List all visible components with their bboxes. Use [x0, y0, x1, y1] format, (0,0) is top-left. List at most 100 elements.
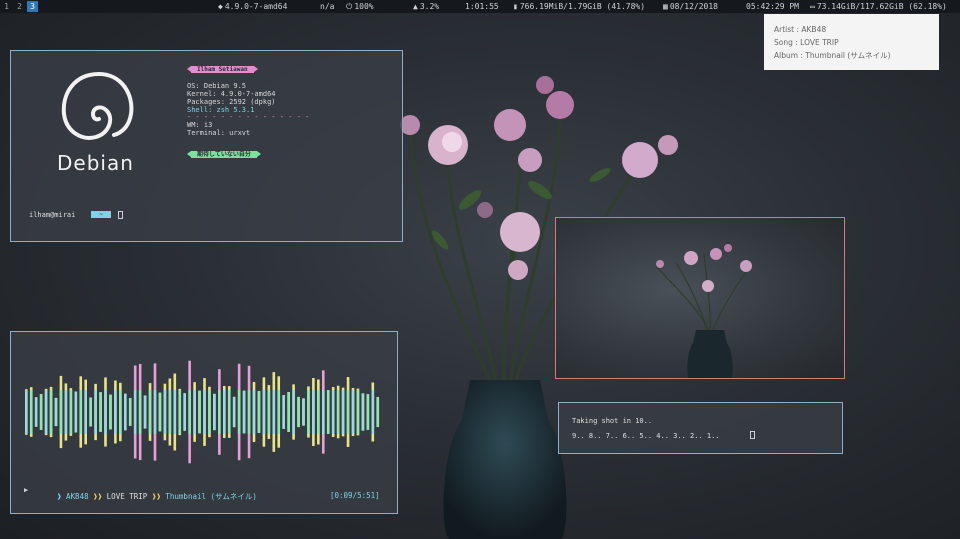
visualizer-bar-core	[74, 391, 78, 433]
separator-1: ❱	[57, 492, 62, 501]
audio-visualizer	[25, 360, 380, 464]
cpu-icon: ▲	[413, 2, 418, 11]
visualizer-bar-core	[104, 390, 107, 434]
kernel-indicator: ◆ 4.9.0-7-amd64	[218, 0, 287, 13]
visualizer-bar-core	[272, 390, 276, 434]
visualizer-bar-core	[59, 390, 63, 434]
visualizer-bar-core	[168, 390, 172, 434]
visualizer-bar-core	[54, 397, 58, 427]
visualizer-bar-core	[124, 393, 127, 431]
player-position: [0:09/5:51]	[330, 491, 380, 500]
separator-2: ❱❱	[93, 492, 103, 501]
visualizer-bar-core	[331, 390, 335, 434]
memory-text: 766.19MiB/1.79GiB (41.78%)	[519, 2, 646, 11]
visualizer-bar-core	[267, 390, 271, 434]
visualizer-bar-core	[232, 396, 236, 428]
penguin-icon: ◆	[218, 2, 223, 11]
visualizer-bar-core	[198, 390, 201, 434]
screenshot-preview[interactable]	[555, 217, 845, 379]
visualizer-bar-core	[193, 390, 196, 434]
visualizer-bar-core	[34, 397, 38, 427]
cpu-indicator: ▲ 3.2%	[413, 0, 439, 13]
now-playing-notification[interactable]: Artist : AKB48 Song : LOVE TRIP Album : …	[764, 14, 939, 70]
terminal-cursor	[118, 211, 123, 219]
visualizer-bar-core	[143, 395, 147, 429]
countdown-line-2: 9.. 8.. 7.. 6.. 5.. 4.. 3.. 2.. 1..	[572, 432, 720, 440]
workspace-2[interactable]: 2	[14, 1, 25, 12]
visualizer-bar-core	[178, 390, 182, 434]
visualizer-bar-core	[64, 390, 68, 434]
visualizer-bar-core	[317, 390, 320, 434]
visualizer-bar-core	[213, 393, 216, 431]
visualizer-bar-core	[307, 390, 310, 434]
visualizer-bar-core	[312, 390, 315, 434]
prompt-arrow: ~	[91, 211, 111, 218]
visualizer-bar-core	[356, 390, 360, 434]
packages-line: Packages: 2592 (dpkg)	[187, 98, 276, 106]
visualizer-bar-core	[223, 390, 226, 434]
visualizer-bar-core	[188, 390, 191, 434]
visualizer-bar-core	[242, 390, 246, 434]
terminal-line: Terminal: urxvt	[187, 129, 251, 137]
visualizer-bar-core	[99, 392, 102, 432]
visualizer-bar-core	[218, 390, 221, 434]
music-visualizer-terminal[interactable]	[10, 331, 398, 514]
os-line: OS: Debian 9.5	[187, 82, 247, 90]
visualizer-bar-core	[376, 396, 380, 428]
visualizer-bar-core	[39, 394, 43, 430]
visualizer-bar-core	[287, 392, 290, 432]
battery-icon: ⏻	[346, 2, 353, 11]
workspace-3[interactable]: 3	[27, 1, 38, 12]
disk-indicator: ▭ 73.14GiB/117.62GiB (62.18%)	[810, 0, 947, 13]
japanese-tag: 期待していない自分	[187, 151, 261, 158]
play-icon[interactable]: ▶	[24, 486, 28, 494]
notification-song: Song : LOVE TRIP	[774, 38, 839, 47]
visualizer-bar-core	[322, 390, 325, 434]
prompt-user: ilham@mirai	[29, 211, 76, 219]
visualizer-bar-core	[44, 390, 48, 434]
cpu-text: 3.2%	[419, 2, 440, 11]
countdown-line-1: Taking shot in 10..	[572, 417, 653, 425]
visualizer-bar-core	[292, 390, 295, 434]
visualizer-bar-core	[29, 390, 33, 434]
date-text: 08/12/2018	[669, 2, 718, 11]
player-album: Thumbnail (サムネイル)	[165, 492, 257, 501]
visualizer-bar-core	[366, 394, 370, 430]
workspace-1[interactable]: 1	[1, 1, 12, 12]
visualizer-bar-core	[114, 390, 117, 434]
visualizer-bar-core	[203, 390, 206, 434]
visualizer-bar-core	[133, 390, 137, 434]
neofetch-terminal[interactable]: Debian Ilham Setiawan OS: Debian 9.5 Ker…	[10, 50, 403, 242]
visualizer-bar-core	[326, 390, 330, 434]
visualizer-bar-core	[371, 390, 375, 434]
visualizer-bar-core	[138, 390, 142, 434]
visualizer-bar-core	[336, 390, 340, 434]
disk-icon: ▭	[810, 2, 815, 11]
countdown-terminal[interactable]: Taking shot in 10.. 9.. 8.. 7.. 6.. 5.. …	[558, 402, 843, 454]
separator-line: - - - - - - - - - - - - - - -	[187, 113, 310, 121]
uptime-text: 1:01:55	[465, 2, 499, 11]
visualizer-bar-core	[346, 390, 350, 434]
visualizer-bar-core	[163, 390, 167, 434]
visualizer-bar-core	[79, 390, 83, 434]
calendar-icon: ▦	[663, 2, 668, 11]
visualizer-bar-core	[173, 390, 177, 434]
visualizer-bar-core	[153, 390, 157, 434]
visualizer-bar-core	[158, 392, 162, 432]
visualizer-bar-core	[341, 390, 345, 434]
time-text: 05:42:29 PM	[746, 2, 799, 11]
visualizer-bar-core	[109, 394, 112, 430]
notification-album: Album : Thumbnail (サムネイル)	[774, 51, 891, 60]
kernel-line: Kernel: 4.9.0-7-amd64	[187, 90, 276, 98]
battery-text: 100%	[354, 2, 374, 11]
visualizer-bar-core	[148, 390, 152, 434]
date-indicator: ▦ 08/12/2018	[663, 0, 718, 13]
visualizer-bar-core	[237, 390, 241, 434]
visualizer-bar-core	[128, 398, 132, 426]
visualizer-bar-core	[247, 390, 251, 434]
visualizer-bar-core	[25, 390, 28, 434]
wm-line: WM: i3	[187, 121, 213, 129]
user-tag: Ilham Setiawan	[187, 66, 258, 73]
visualizer-bar-core	[297, 396, 300, 428]
kernel-text: 4.9.0-7-amd64	[224, 2, 288, 11]
